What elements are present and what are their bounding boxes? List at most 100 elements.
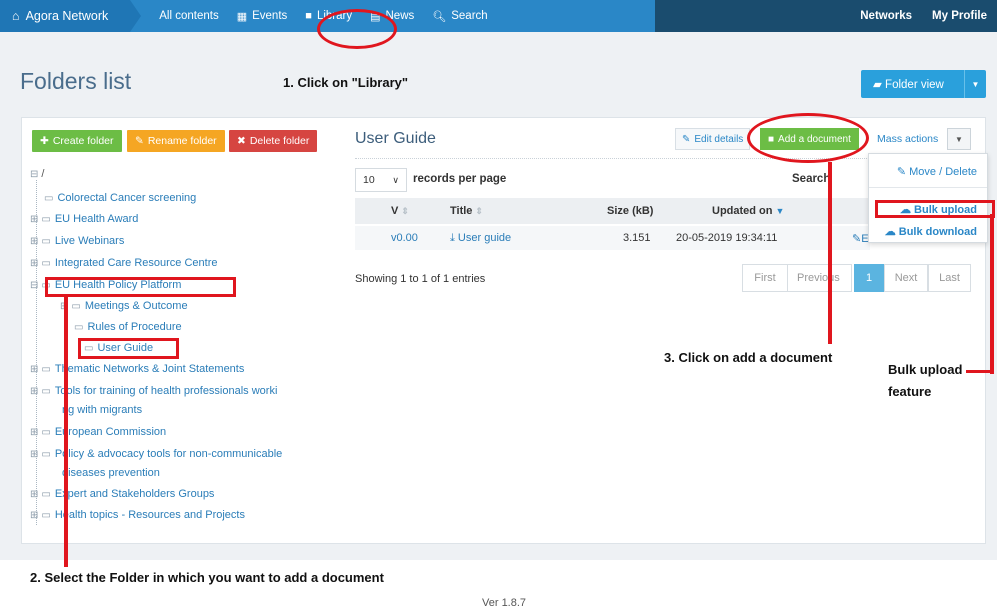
tree-expand-icon[interactable]: ⊞ [30, 510, 38, 521]
folder-view-button[interactable]: ▰ Folder view ▼ [861, 70, 986, 98]
sort-icon: ⇕ [475, 206, 483, 216]
tree-item[interactable]: ⊞ ▭ Expert and Stakeholders Groups [30, 488, 214, 500]
pager-next[interactable]: Next [884, 264, 928, 292]
row-version[interactable]: v0.00 [391, 232, 418, 244]
tree-item-label: Live Webinars [54, 235, 125, 247]
tree-collapse-icon[interactable]: ⊟ [30, 280, 38, 291]
tree-collapse-icon[interactable]: ⊟ [30, 169, 38, 180]
nav-networks[interactable]: Networks [850, 0, 922, 32]
pencil-icon: ✎ [135, 135, 144, 147]
trash-icon: ✖ [237, 135, 246, 147]
annotation-step3: 3. Click on add a document [664, 350, 833, 365]
annotation-step1: 1. Click on "Library" [283, 75, 409, 90]
pencil-icon: ✎ [682, 133, 691, 145]
chevron-down-icon[interactable]: ▼ [964, 70, 986, 98]
brand-label: Agora Network [25, 9, 109, 23]
tree-item-label: Policy & advocacy tools for non-communic… [54, 448, 283, 460]
records-per-page-value: 10 [363, 174, 375, 186]
folder-icon: ▭ [41, 488, 51, 500]
pager-previous[interactable]: Previous [787, 264, 852, 292]
records-per-page-select[interactable]: 10 ∨ [355, 168, 407, 192]
annotation-bulk-line2: feature [888, 384, 932, 399]
tree-expand-icon[interactable]: ⊞ [30, 449, 38, 460]
nav-events[interactable]: ▦ Events [228, 0, 297, 32]
tree-expand-icon[interactable]: ⊞ [30, 489, 38, 500]
annotation-bulk-connector-h [966, 370, 994, 373]
row-title-label: User guide [457, 232, 512, 244]
folder-icon: ▭ [71, 300, 81, 312]
tree-item[interactable]: ⊞ ▭ Live Webinars [30, 235, 124, 247]
folder-icon: ▭ [41, 235, 51, 247]
mass-actions-label[interactable]: Mass actions [877, 133, 938, 145]
tree-root[interactable]: ⊟ / [30, 168, 44, 180]
nav-events-label: Events [252, 10, 288, 22]
bulk-download-label: Bulk download [898, 226, 977, 238]
right-nav: Networks My Profile [850, 0, 997, 32]
sort-desc-icon: ▼ [775, 206, 785, 216]
pager-last[interactable]: Last [928, 264, 971, 292]
nav-my-profile[interactable]: My Profile [922, 0, 997, 32]
brand-home-link[interactable]: ⌂ Agora Network [0, 0, 142, 32]
tree-item-label: diseases prevention [62, 467, 160, 479]
tree-item-label: Health topics - Resources and Projects [54, 509, 245, 521]
tree-expand-icon[interactable]: ⊞ [30, 427, 38, 438]
tree-item-label: ng with migrants [62, 404, 143, 416]
delete-folder-button[interactable]: ✖ Delete folder [229, 130, 318, 152]
tree-item[interactable]: ⊞▭Meetings & Outcome [60, 300, 188, 312]
folder-icon: ▭ [41, 363, 51, 375]
tree-item[interactable]: ⊞ ▭ EU Health Award [30, 213, 138, 225]
pager-first[interactable]: First [742, 264, 788, 292]
column-label: Title [450, 205, 473, 217]
tree-item-label: Rules of Procedure [87, 321, 182, 333]
column-title[interactable]: Title ⇕ [450, 205, 483, 217]
annotation-library-highlight [317, 9, 397, 49]
tree-item-label: Integrated Care Resource Centre [54, 257, 218, 269]
column-label: Size (kB) [607, 205, 654, 217]
nav-search[interactable]: 🔍︎ Search [423, 0, 496, 32]
version-footer: Ver 1.8.7 [482, 597, 527, 608]
tree-expand-icon[interactable]: ⊞ [30, 364, 38, 375]
annotation-step3-connector [828, 162, 832, 344]
tree-expand-icon[interactable]: ⊞ [30, 258, 38, 269]
folder-view-label: Folder view [885, 79, 944, 91]
pager-previous-label: Previous [797, 272, 840, 284]
bulk-download-item[interactable]: ☁ Bulk download [869, 225, 987, 238]
move-delete-label: Move / Delete [909, 166, 977, 178]
delete-folder-label: Delete folder [249, 135, 310, 147]
tree-item[interactable]: ▭ Colorectal Cancer screening [44, 192, 196, 204]
tree-expand-icon[interactable]: ⊞ [30, 214, 38, 225]
rename-folder-button[interactable]: ✎ Rename folder [127, 130, 225, 152]
create-folder-button[interactable]: ✚ Create folder [32, 130, 122, 152]
column-size[interactable]: Size (kB) [607, 205, 653, 217]
column-label: Updated on [712, 205, 773, 217]
section-title: User Guide [355, 130, 436, 147]
folder-icon: ▭ [41, 426, 51, 438]
tree-item[interactable]: ⊞ ▭ Thematic Networks & Joint Statements [30, 363, 244, 375]
annotation-folder-highlight [45, 277, 236, 297]
top-navbar: ⌂ Agora Network All contents ▦ Events ■ … [0, 0, 997, 32]
pager-page-1[interactable]: 1 [854, 264, 884, 292]
tree-item-continuation[interactable]: diseases prevention [62, 467, 160, 479]
folder-icon: ▭ [41, 385, 51, 397]
edit-details-label: Edit details [694, 133, 744, 145]
column-version[interactable]: V ⇕ [391, 205, 409, 217]
tree-item[interactable]: ⊞ ▭ Health topics - Resources and Projects [30, 509, 245, 521]
rename-folder-label: Rename folder [147, 135, 217, 147]
tree-item[interactable]: ⊞ ▭ Integrated Care Resource Centre [30, 257, 218, 269]
edit-details-button[interactable]: ✎ Edit details [675, 128, 751, 150]
pager-last-label: Last [939, 272, 960, 284]
column-updated[interactable]: Updated on ▼ [712, 205, 784, 217]
tree-item[interactable]: ▭ Rules of Procedure [74, 321, 182, 333]
create-folder-label: Create folder [52, 135, 114, 147]
tree-item-continuation[interactable]: ng with migrants [62, 404, 142, 416]
tree-item[interactable]: ⊞ ▭ European Commission [30, 426, 166, 438]
tree-expand-icon[interactable]: ⊞ [30, 386, 38, 397]
nav-all-contents[interactable]: All contents [150, 0, 227, 32]
tree-root-label: / [41, 168, 45, 180]
move-delete-item[interactable]: ✎ Move / Delete [869, 165, 987, 178]
row-edit-button[interactable]: ✎E [852, 232, 869, 245]
tree-expand-icon[interactable]: ⊞ [30, 236, 38, 247]
row-title-link[interactable]: ⤓ User guide [450, 232, 511, 245]
search-label: Search [792, 173, 831, 185]
mass-actions-toggle[interactable]: ▼ [947, 128, 971, 150]
